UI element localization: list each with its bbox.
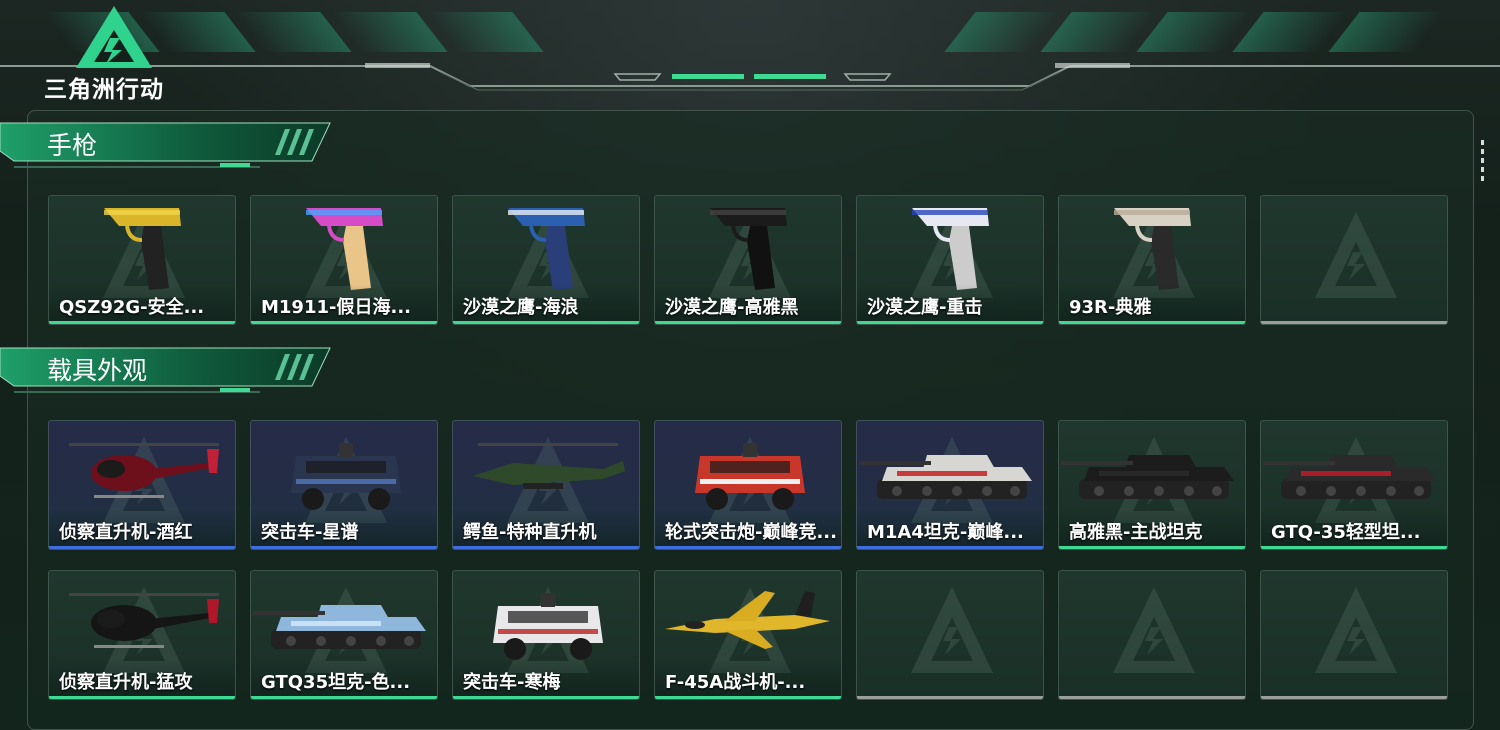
rarity-bar <box>1261 321 1447 324</box>
rarity-bar <box>655 321 841 324</box>
item-card[interactable]: GTQ35坦克-色... <box>250 570 438 700</box>
tank-blue-icon <box>253 605 426 649</box>
top-header: 三角洲行动 <box>0 0 1500 105</box>
rarity-bar <box>655 546 841 549</box>
attack-helicopter-icon <box>473 443 625 489</box>
item-card[interactable]: 高雅黑-主战坦克 <box>1058 420 1246 550</box>
empty-slot <box>856 570 1044 700</box>
item-name: 高雅黑-主战坦克 <box>1069 522 1203 543</box>
empty-slot <box>1058 570 1246 700</box>
delta-logo-watermark-icon <box>1315 212 1397 298</box>
item-card[interactable]: QSZ92G-安全... <box>48 195 236 325</box>
item-name: QSZ92G-安全... <box>59 297 205 318</box>
item-name: 鳄鱼-特种直升机 <box>463 522 597 543</box>
tank-red-white-icon <box>859 455 1032 499</box>
item-card[interactable]: 突击车-寒梅 <box>452 570 640 700</box>
section-title: 载具外观 <box>47 356 148 385</box>
rarity-bar <box>1059 546 1245 549</box>
item-name: M1911-假日海... <box>261 297 411 318</box>
rarity-bar <box>1261 696 1447 699</box>
item-name: 侦察直升机-酒红 <box>59 522 193 543</box>
wheeled-assault-gun-icon <box>695 443 805 510</box>
rarity-bar <box>251 546 437 549</box>
item-name: 突击车-寒梅 <box>463 672 561 693</box>
section-title: 手枪 <box>47 131 98 160</box>
item-name: M1A4坦克-巅峰... <box>867 522 1024 543</box>
item-card[interactable]: GTQ-35轻型坦... <box>1260 420 1448 550</box>
section-header-vehicles: 载具外观 <box>0 346 340 400</box>
pistol-white-blue-icon <box>912 208 989 290</box>
header-stripes-right <box>944 12 1446 52</box>
rarity-bar <box>655 696 841 699</box>
rarity-bar <box>453 546 639 549</box>
item-name: 轮式突击炮-巅峰竞... <box>665 522 837 543</box>
delta-logo-watermark-icon <box>1315 587 1397 673</box>
item-card[interactable]: 93R-典雅 <box>1058 195 1246 325</box>
item-card[interactable]: F-45A战斗机-... <box>654 570 842 700</box>
rarity-bar <box>1261 546 1447 549</box>
rarity-bar <box>251 696 437 699</box>
item-name: 沙漠之鹰-海浪 <box>463 297 579 318</box>
assault-car-white-icon <box>493 593 603 660</box>
rarity-bar <box>857 321 1043 324</box>
item-card[interactable]: 沙漠之鹰-高雅黑 <box>654 195 842 325</box>
pistol-wave-icon <box>508 208 585 290</box>
rarity-bar <box>453 696 639 699</box>
item-name: 沙漠之鹰-高雅黑 <box>665 297 799 318</box>
hud-divider <box>0 63 1500 91</box>
item-card[interactable]: 侦察直升机-猛攻 <box>48 570 236 700</box>
scrollbar[interactable] <box>1481 140 1484 185</box>
item-name: GTQ35坦克-色... <box>261 672 411 693</box>
pistol-cream-icon <box>1114 208 1191 290</box>
item-card[interactable]: M1A4坦克-巅峰... <box>856 420 1044 550</box>
item-name: F-45A战斗机-... <box>665 672 806 693</box>
item-name: 93R-典雅 <box>1069 297 1152 318</box>
item-name: GTQ-35轻型坦... <box>1271 522 1421 543</box>
item-card[interactable]: 沙漠之鹰-海浪 <box>452 195 640 325</box>
delta-logo-watermark-icon <box>911 587 993 673</box>
rarity-bar <box>251 321 437 324</box>
item-name: 侦察直升机-猛攻 <box>59 672 193 693</box>
rarity-bar <box>857 546 1043 549</box>
pistol-yellow-icon <box>104 208 181 290</box>
fighter-jet-yellow-icon <box>665 591 830 649</box>
rarity-bar <box>857 696 1043 699</box>
item-card[interactable]: 突击车-星谱 <box>250 420 438 550</box>
item-card[interactable]: 鳄鱼-特种直升机 <box>452 420 640 550</box>
empty-slot <box>1260 195 1448 325</box>
rarity-bar <box>49 321 235 324</box>
pistol-black-icon <box>710 208 787 290</box>
item-card[interactable]: 沙漠之鹰-重击 <box>856 195 1044 325</box>
rarity-bar <box>1059 696 1245 699</box>
empty-slot <box>1260 570 1448 700</box>
rarity-bar <box>49 546 235 549</box>
item-card[interactable]: 侦察直升机-酒红 <box>48 420 236 550</box>
item-name: 突击车-星谱 <box>261 522 359 543</box>
pistol-pink-icon <box>306 208 383 290</box>
item-name: 沙漠之鹰-重击 <box>867 297 983 318</box>
section-header-pistols: 手枪 <box>0 121 340 175</box>
tank-light-icon <box>1263 455 1436 499</box>
item-card[interactable]: 轮式突击炮-巅峰竞... <box>654 420 842 550</box>
item-card[interactable]: M1911-假日海... <box>250 195 438 325</box>
helicopter-red-icon <box>69 443 219 498</box>
tank-black-icon <box>1061 455 1234 499</box>
brand-title: 三角洲行动 <box>44 77 164 103</box>
assault-car-icon <box>291 443 401 510</box>
helicopter-black-icon <box>69 593 219 648</box>
delta-logo-watermark-icon <box>1113 587 1195 673</box>
rarity-bar <box>453 321 639 324</box>
rarity-bar <box>49 696 235 699</box>
rarity-bar <box>1059 321 1245 324</box>
